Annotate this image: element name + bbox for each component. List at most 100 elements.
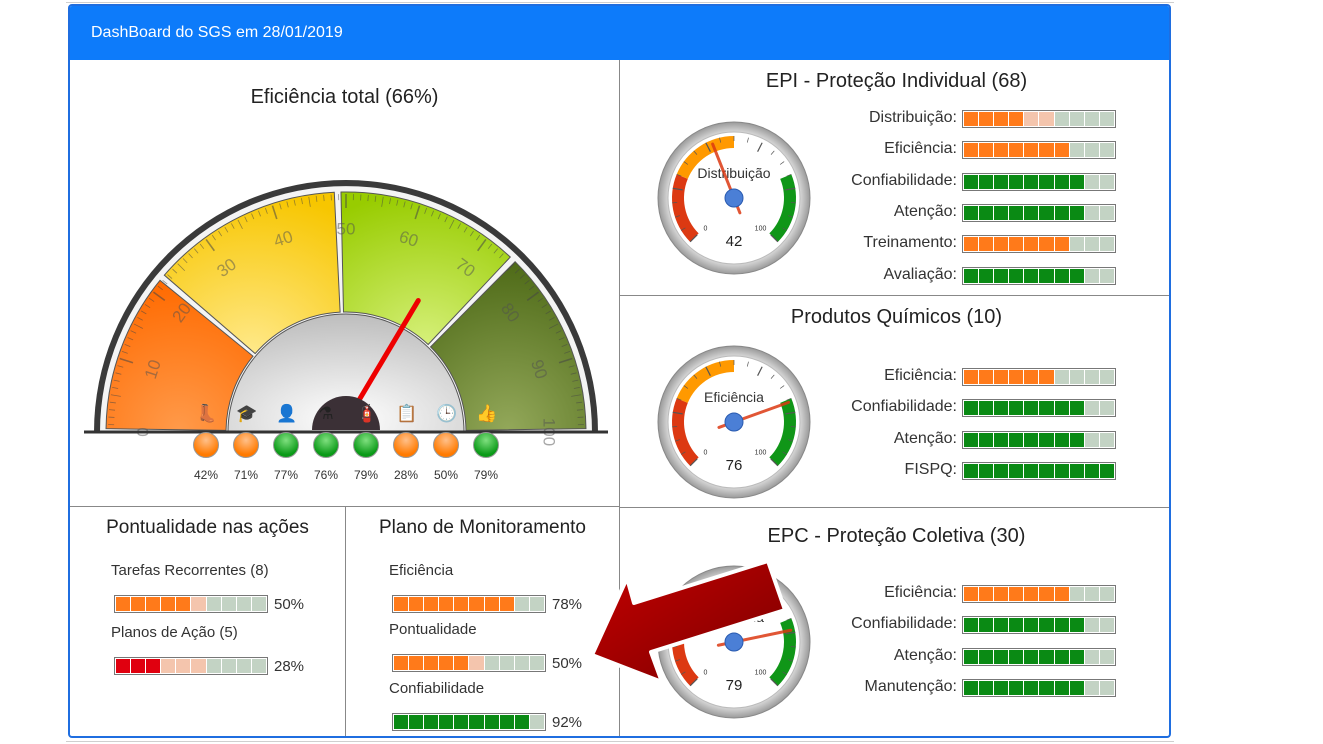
chemicals-efficiency-gauge: 0 100 Eficiência 76 <box>657 345 811 499</box>
bar-segment <box>1024 370 1039 384</box>
progress-bar <box>962 110 1116 128</box>
bar-segment <box>454 656 469 670</box>
bar-segment <box>484 597 499 611</box>
gauge-value: 42 <box>726 233 743 250</box>
status-dot[interactable] <box>393 432 419 458</box>
progress-bar <box>114 595 268 613</box>
bar-segment <box>1084 649 1099 664</box>
fire-extinguisher-icon: 🧯 <box>356 404 378 423</box>
bar-segment <box>1009 680 1024 695</box>
gauge-max-label: 100 <box>755 226 767 233</box>
bar-segment <box>964 401 979 416</box>
bar-segment <box>994 268 1009 283</box>
indicator-percent: 79% <box>353 468 379 482</box>
gauge-value: 79 <box>726 677 743 694</box>
bar-segment <box>1069 370 1084 384</box>
bar-segment <box>994 143 1009 158</box>
bar-segment <box>439 715 454 729</box>
bar-segment <box>1024 618 1039 633</box>
progress-bar <box>962 461 1116 480</box>
bar-segment <box>1099 587 1114 601</box>
bar-segment <box>1039 205 1054 220</box>
indicator-percent: 79% <box>473 468 499 482</box>
bar-segment <box>1054 174 1069 189</box>
bar-segment <box>1084 680 1099 695</box>
bar-segment <box>979 143 994 158</box>
bar-segment <box>1084 112 1099 126</box>
status-dot[interactable] <box>473 432 499 458</box>
bar-segment <box>1009 174 1024 189</box>
bar-segment <box>1024 268 1039 283</box>
bar-segment <box>1099 237 1114 252</box>
status-dot[interactable] <box>233 432 259 458</box>
bar-segment <box>1099 618 1114 633</box>
progress-bar <box>962 678 1116 697</box>
bar-segment <box>1039 174 1054 189</box>
epi-section: EPI - Proteção Individual (68) 0 100 Distr… <box>620 60 1169 295</box>
punctuality-section: Pontualidade nas ações Tarefas Recorrent… <box>70 507 345 736</box>
bar-segment <box>529 656 544 670</box>
bar-segment <box>994 174 1009 189</box>
bar-segment <box>1024 237 1039 252</box>
status-dot[interactable] <box>433 432 459 458</box>
bar-segment <box>424 597 439 611</box>
bar-segment <box>994 401 1009 416</box>
bar-segment <box>1069 680 1084 695</box>
progress-bar <box>962 616 1116 635</box>
clock-icon: 🕒 <box>436 404 458 423</box>
gauge-min-label: 0 <box>704 670 708 677</box>
gauge-needle-cap <box>724 632 744 652</box>
bar-segment <box>964 237 979 252</box>
bar-segment <box>1009 370 1024 384</box>
bar-segment <box>979 237 994 252</box>
page-bottom-line <box>66 741 1174 742</box>
bar-segment <box>1069 174 1084 189</box>
bar-segment <box>454 597 469 611</box>
bar-segment <box>1024 205 1039 220</box>
status-dot[interactable] <box>193 432 219 458</box>
bar-segment <box>439 656 454 670</box>
status-dot[interactable] <box>273 432 299 458</box>
bar-segment <box>979 205 994 220</box>
bar-segment <box>994 112 1009 126</box>
bar-segment <box>1024 143 1039 158</box>
bar-segment <box>454 715 469 729</box>
gauge-needle-cap <box>724 188 744 208</box>
progress-bar <box>962 235 1116 254</box>
bar-label: Eficiência: <box>884 584 957 601</box>
bar-segment <box>409 597 424 611</box>
bar-segment <box>514 656 529 670</box>
bar-segment <box>206 659 221 673</box>
bar-segment <box>1039 649 1054 664</box>
bar-segment <box>1024 463 1039 478</box>
bar-segment <box>469 597 484 611</box>
monitoring-title: Plano de Monitoramento <box>378 517 586 538</box>
bar-label: Avaliação: <box>883 265 957 283</box>
bar-label: Confiabilidade: <box>851 398 957 416</box>
gauge-value: 76 <box>726 457 743 474</box>
status-dot[interactable] <box>353 432 379 458</box>
bar-segment <box>499 597 514 611</box>
bar-segment <box>1099 268 1114 283</box>
bar-segment <box>1009 143 1024 158</box>
bar-segment <box>394 597 409 611</box>
bar-segment <box>1084 143 1099 158</box>
bar-segment <box>394 656 409 670</box>
bar-segment <box>161 659 176 673</box>
progress-bar <box>962 172 1116 191</box>
bar-segment <box>979 370 994 384</box>
bar-segment <box>191 659 206 673</box>
gauge-max-label: 100 <box>755 670 767 677</box>
status-dot[interactable] <box>313 432 339 458</box>
bar-segment <box>979 401 994 416</box>
chemicals-title: Produtos Químicos (10) <box>790 306 1003 328</box>
indicator-percent: 28% <box>393 468 419 482</box>
bar-segment <box>1024 401 1039 416</box>
punctuality-title: Pontualidade nas ações <box>106 517 309 538</box>
bar-segment <box>964 649 979 664</box>
bar-segment <box>206 597 221 611</box>
bar-segment <box>1054 112 1069 126</box>
bar-segment <box>1024 680 1039 695</box>
bar-segment <box>1054 587 1069 601</box>
bar-segment <box>1054 463 1069 478</box>
